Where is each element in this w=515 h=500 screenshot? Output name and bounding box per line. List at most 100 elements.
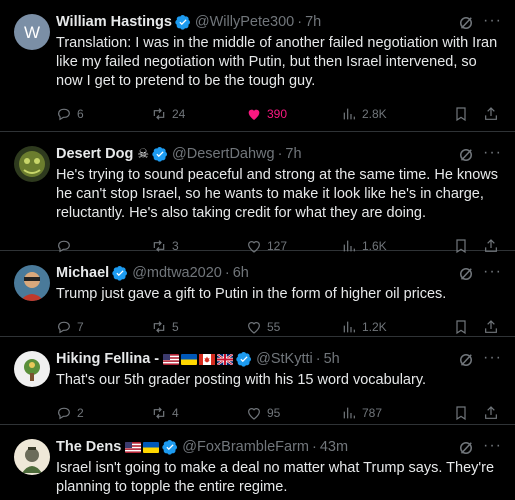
- timestamp[interactable]: 43m: [320, 439, 348, 455]
- more-icon[interactable]: ···: [483, 264, 501, 283]
- separator: ·: [315, 351, 321, 367]
- views-count: 1.2K: [362, 320, 387, 334]
- ukraine-flag-icon: [181, 353, 198, 365]
- like-count: 95: [267, 406, 281, 420]
- display-name[interactable]: The Dens: [56, 439, 121, 455]
- views-icon: [343, 407, 355, 419]
- ukraine-flag-icon: [143, 441, 160, 453]
- separator: ·: [224, 265, 230, 281]
- reply-count: 7: [77, 320, 84, 334]
- reply-button[interactable]: 6: [56, 106, 151, 122]
- us-flag-icon: [125, 441, 142, 453]
- handle[interactable]: @FoxBrambleFarm: [182, 439, 309, 455]
- like-icon: [248, 322, 260, 334]
- verified-icon: [175, 15, 190, 30]
- repost-button[interactable]: 5: [151, 319, 246, 335]
- share-icon[interactable]: [483, 405, 499, 421]
- reply-icon: [58, 108, 70, 121]
- handle[interactable]: @DesertDahwg: [172, 146, 275, 162]
- repost-count: 5: [172, 320, 179, 334]
- avatar[interactable]: [14, 146, 50, 182]
- views-icon: [343, 321, 355, 333]
- separator: ·: [311, 439, 317, 455]
- tweet-header: Hiking Fellina - @StKytti · 5h: [56, 349, 503, 369]
- reply-icon: [58, 321, 70, 334]
- like-button[interactable]: 55: [246, 319, 341, 335]
- reply-button[interactable]: 2: [56, 405, 151, 421]
- tweet-header: The Dens @FoxBrambleFarm · 43m: [56, 437, 503, 457]
- like-icon: [248, 408, 260, 420]
- reply-button[interactable]: 7: [56, 319, 151, 335]
- timestamp[interactable]: 7h: [305, 14, 321, 30]
- separator: ·: [297, 14, 303, 30]
- tweet[interactable]: Hiking Fellina - @StKytti · 5h ··· That'…: [0, 337, 515, 425]
- like-count: 390: [267, 107, 288, 121]
- display-name[interactable]: Michael: [56, 265, 109, 281]
- canada-flag-icon: [199, 353, 216, 365]
- timestamp[interactable]: 6h: [233, 265, 249, 281]
- grok-icon[interactable]: [457, 265, 475, 283]
- repost-button[interactable]: 24: [151, 106, 246, 122]
- repost-icon: [153, 321, 165, 333]
- share-icon[interactable]: [483, 106, 499, 122]
- us-flag-icon: [163, 353, 180, 365]
- verified-icon: [112, 266, 128, 281]
- repost-count: 24: [172, 107, 186, 121]
- views-icon: [343, 108, 355, 120]
- grok-icon[interactable]: [457, 439, 475, 457]
- bookmark-icon[interactable]: [453, 106, 469, 122]
- timestamp[interactable]: 5h: [324, 351, 340, 367]
- grok-icon[interactable]: [457, 14, 475, 32]
- verified-icon: [162, 440, 178, 455]
- reply-icon: [58, 407, 70, 420]
- like-button[interactable]: 95: [246, 405, 341, 421]
- repost-button[interactable]: 4: [151, 405, 246, 421]
- action-bar: 6 24 390 2.8K: [56, 95, 503, 133]
- more-icon[interactable]: ···: [483, 145, 501, 164]
- bookmark-icon[interactable]: [453, 319, 469, 335]
- tweet-header: Desert Dog ☠ @DesertDahwg · 7h: [56, 144, 503, 164]
- handle[interactable]: @WillyPete300: [195, 14, 294, 30]
- avatar[interactable]: [14, 439, 50, 475]
- avatar[interactable]: [14, 265, 50, 301]
- tweet[interactable]: W William Hastings @WillyPete300 · 7h ··…: [0, 0, 515, 132]
- more-icon[interactable]: ···: [483, 350, 501, 369]
- tweet[interactable]: Michael @mdtwa2020 · 6h ··· Trump just g…: [0, 251, 515, 337]
- grok-icon[interactable]: [457, 146, 475, 164]
- flag-list: [125, 441, 160, 453]
- timestamp[interactable]: 7h: [285, 146, 301, 162]
- reply-count: 6: [77, 107, 84, 121]
- avatar[interactable]: [14, 351, 50, 387]
- avatar[interactable]: W: [14, 14, 50, 50]
- views-button[interactable]: 1.2K: [341, 319, 436, 335]
- skull-icon: ☠: [137, 146, 150, 161]
- like-button[interactable]: 390: [246, 106, 341, 122]
- tweet-header: William Hastings @WillyPete300 · 7h: [56, 12, 503, 32]
- share-icon[interactable]: [483, 319, 499, 335]
- reply-feed: W William Hastings @WillyPete300 · 7h ··…: [0, 0, 515, 500]
- like-count: 55: [267, 320, 281, 334]
- flag-list: [163, 353, 234, 365]
- tweet[interactable]: Desert Dog ☠ @DesertDahwg · 7h ··· He's …: [0, 132, 515, 254]
- grok-icon[interactable]: [457, 351, 475, 369]
- views-count: 2.8K: [362, 107, 387, 121]
- bookmark-icon[interactable]: [453, 405, 469, 421]
- handle[interactable]: @StKytti: [256, 351, 313, 367]
- tweet-text: Translation: I was in the middle of anot…: [56, 35, 498, 89]
- handle[interactable]: @mdtwa2020: [132, 265, 222, 281]
- svg-text:W: W: [24, 23, 40, 42]
- verified-icon: [236, 352, 252, 367]
- display-name[interactable]: William Hastings: [56, 14, 172, 30]
- views-button[interactable]: 2.8K: [341, 106, 436, 122]
- more-icon[interactable]: ···: [483, 438, 501, 457]
- verified-icon: [152, 147, 168, 162]
- display-name[interactable]: Desert Dog: [56, 146, 133, 162]
- more-icon[interactable]: ···: [483, 13, 501, 32]
- views-button[interactable]: 787: [341, 405, 436, 421]
- tweet[interactable]: The Dens @FoxBrambleFarm · 43m ··· Israe…: [0, 425, 515, 500]
- display-name[interactable]: Hiking Fellina -: [56, 351, 159, 367]
- views-count: 787: [362, 406, 383, 420]
- tweet-text: He's trying to sound peaceful and strong…: [56, 167, 499, 221]
- repost-icon: [153, 108, 165, 120]
- tweet-text: Israel isn't going to make a deal no mat…: [56, 460, 495, 495]
